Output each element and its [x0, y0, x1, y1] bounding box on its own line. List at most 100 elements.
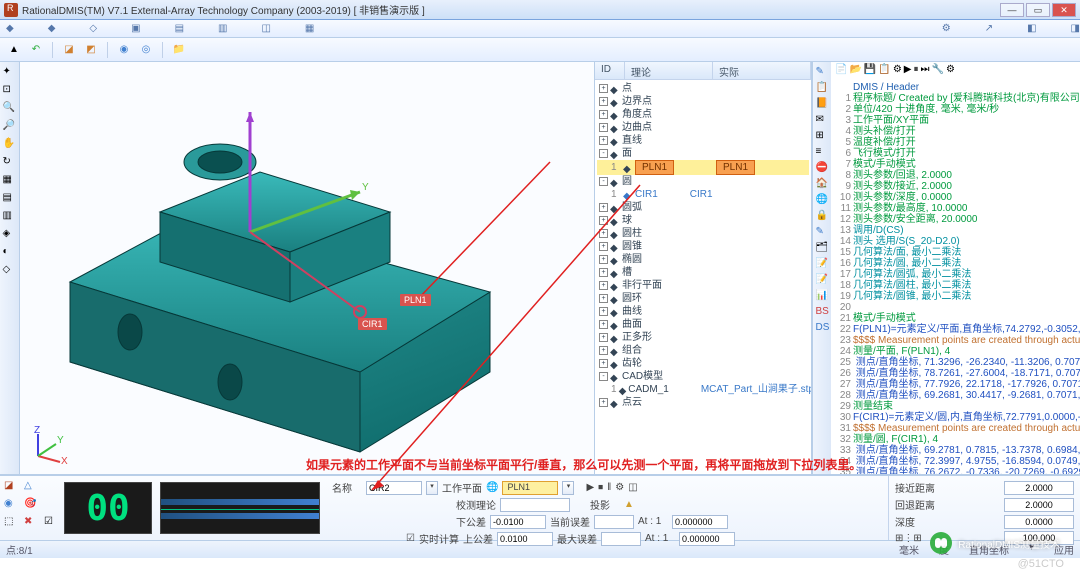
- tree-item[interactable]: 1◆PLN1PLN1: [597, 160, 809, 175]
- tree-toggle-icon[interactable]: +: [599, 123, 608, 132]
- script-tab16-icon[interactable]: BS: [816, 306, 829, 319]
- retract-input[interactable]: [1004, 498, 1074, 512]
- tree-item[interactable]: +◆边曲点: [597, 121, 809, 134]
- st-cog-icon[interactable]: ⚙: [893, 64, 902, 80]
- tree-item[interactable]: +◆点云: [597, 396, 809, 409]
- script-line[interactable]: 5温度补偿/打开: [835, 137, 1076, 148]
- tool-back-icon[interactable]: ↶: [28, 42, 44, 58]
- close-button[interactable]: ✕: [1052, 3, 1076, 17]
- tree-toggle-icon[interactable]: +: [599, 242, 608, 251]
- maximize-button[interactable]: ▭: [1026, 3, 1050, 17]
- tree-toggle-icon[interactable]: +: [599, 110, 608, 119]
- pipe-icon[interactable]: ‖: [607, 482, 611, 493]
- viewport-3d[interactable]: Y PLN1 CIR1 Z X Y: [20, 62, 594, 474]
- view-top-icon[interactable]: ▦: [3, 174, 17, 188]
- maxerr-input[interactable]: [601, 532, 641, 546]
- menu-item[interactable]: ▦: [305, 23, 314, 34]
- tree-toggle-icon[interactable]: +: [599, 281, 608, 290]
- menu-item[interactable]: ◆: [48, 23, 56, 34]
- script-tab15-icon[interactable]: 📊: [816, 290, 829, 303]
- script-line[interactable]: 32测量/圆, F(CIR1), 4: [835, 434, 1076, 445]
- tool-cursor-icon[interactable]: ▲: [6, 42, 22, 58]
- script-line[interactable]: 29测量结束: [835, 401, 1076, 412]
- zoom-fit-icon[interactable]: ⊡: [3, 84, 17, 98]
- tree-toggle-icon[interactable]: -: [599, 372, 608, 381]
- st-settings-icon[interactable]: ⚙: [946, 64, 955, 80]
- menu-item[interactable]: ◫: [261, 23, 270, 34]
- play-icon[interactable]: ▶: [586, 482, 594, 493]
- script-line[interactable]: 11测头参数/最高度, 10.0000: [835, 203, 1076, 214]
- menu-item[interactable]: ◧: [1027, 23, 1036, 34]
- col-id[interactable]: ID: [595, 62, 625, 79]
- script-line[interactable]: 17几何算法/圆弧, 最小二乘法: [835, 269, 1076, 280]
- uptol-input[interactable]: [497, 532, 553, 546]
- pick-icon[interactable]: ✦: [3, 66, 17, 80]
- script-line[interactable]: 30F(CIR1)=元素定义/圆,内,直角坐标,72.7791,0.0000,-…: [835, 412, 1076, 423]
- script-tab10-icon[interactable]: 🔒: [816, 210, 829, 223]
- approach-input[interactable]: [1004, 481, 1074, 495]
- col-actual[interactable]: 实际: [713, 62, 811, 79]
- script-tab4-icon[interactable]: ✉: [816, 114, 829, 127]
- script-tab8-icon[interactable]: 🏠: [816, 178, 829, 191]
- tool-view-icon[interactable]: ◉: [116, 42, 132, 58]
- view-front-icon[interactable]: ▤: [3, 192, 17, 206]
- tree-item[interactable]: +◆圆锥: [597, 240, 809, 253]
- script-line[interactable]: 7模式/手动模式: [835, 159, 1076, 170]
- menu-item[interactable]: ▥: [218, 23, 227, 34]
- script-line[interactable]: 2单位/420 十进角度, 毫米, 毫米/秒: [835, 104, 1076, 115]
- script-line[interactable]: 21模式/手动模式: [835, 313, 1076, 324]
- script-line[interactable]: 18几何算法/圆柱, 最小二乘法: [835, 280, 1076, 291]
- script-tab5-icon[interactable]: ⊞: [816, 130, 829, 143]
- script-line[interactable]: 16几何算法/圆, 最小二乘法: [835, 258, 1076, 269]
- tool-folder-icon[interactable]: 📁: [171, 42, 187, 58]
- menu-item[interactable]: ⚙: [942, 23, 951, 34]
- tree-item[interactable]: -◆面: [597, 147, 809, 160]
- st-pause-icon[interactable]: ⏸: [913, 64, 918, 80]
- lowtol-input[interactable]: [490, 515, 546, 529]
- script-line[interactable]: 3工作平面/XY平面: [835, 115, 1076, 126]
- view-side-icon[interactable]: ▥: [3, 210, 17, 224]
- tree-item[interactable]: +◆正多形: [597, 331, 809, 344]
- tree-item[interactable]: +◆点: [597, 82, 809, 95]
- tree-toggle-icon[interactable]: -: [599, 149, 608, 158]
- tree-toggle-icon[interactable]: +: [599, 294, 608, 303]
- tree-toggle-icon[interactable]: +: [599, 268, 608, 277]
- script-tab11-icon[interactable]: ✎: [816, 226, 829, 239]
- stop-icon[interactable]: ⏹: [598, 482, 603, 493]
- script-line[interactable]: 33 测点/直角坐标, 69.2781, 0.7815, -13.7378, 0…: [835, 445, 1076, 456]
- tree-item[interactable]: +◆曲线: [597, 305, 809, 318]
- bp-icon[interactable]: 🎯: [24, 498, 40, 514]
- tree-item[interactable]: +◆曲面: [597, 318, 809, 331]
- menu-item[interactable]: ↗: [985, 23, 993, 34]
- script-line[interactable]: 31$$$$ Measurement points are created th…: [835, 423, 1076, 434]
- script-line[interactable]: 13调用/D(CS): [835, 225, 1076, 236]
- tree-item[interactable]: +◆球: [597, 214, 809, 227]
- tree-toggle-icon[interactable]: +: [599, 255, 608, 264]
- tree-toggle-icon[interactable]: +: [599, 97, 608, 106]
- tree-toggle-icon[interactable]: +: [599, 307, 608, 316]
- at1-input[interactable]: [672, 515, 728, 529]
- script-line[interactable]: 20: [835, 302, 1076, 313]
- script-line[interactable]: 12测头参数/安全距离, 20.0000: [835, 214, 1076, 225]
- curerr-input[interactable]: [594, 515, 634, 529]
- script-line[interactable]: 4测头补偿/打开: [835, 126, 1076, 137]
- script-tab14-icon[interactable]: 📝: [816, 274, 829, 287]
- tree-item[interactable]: +◆组合: [597, 344, 809, 357]
- tree-toggle-icon[interactable]: +: [599, 216, 608, 225]
- menu-item[interactable]: ▤: [175, 23, 184, 34]
- view-iso-icon[interactable]: ◈: [3, 228, 17, 242]
- st-open-icon[interactable]: 📂: [849, 64, 861, 80]
- tree-item[interactable]: -◆CAD模型: [597, 370, 809, 383]
- tree-item[interactable]: +◆角度点: [597, 108, 809, 121]
- tool-view2-icon[interactable]: ◎: [138, 42, 154, 58]
- shade-icon[interactable]: ◐: [3, 246, 17, 260]
- tree-item[interactable]: +◆直线: [597, 134, 809, 147]
- pan-icon[interactable]: ✋: [3, 138, 17, 152]
- bp-icon[interactable]: ◪: [4, 480, 20, 496]
- bp-icon[interactable]: ✖: [24, 516, 40, 532]
- tree-item[interactable]: -◆圆: [597, 175, 809, 188]
- script-line[interactable]: 6飞行模式/打开: [835, 148, 1076, 159]
- tree-toggle-icon[interactable]: +: [599, 229, 608, 238]
- bp-icon[interactable]: ☑: [44, 516, 60, 532]
- st-cfg-icon[interactable]: 🔧: [931, 64, 943, 80]
